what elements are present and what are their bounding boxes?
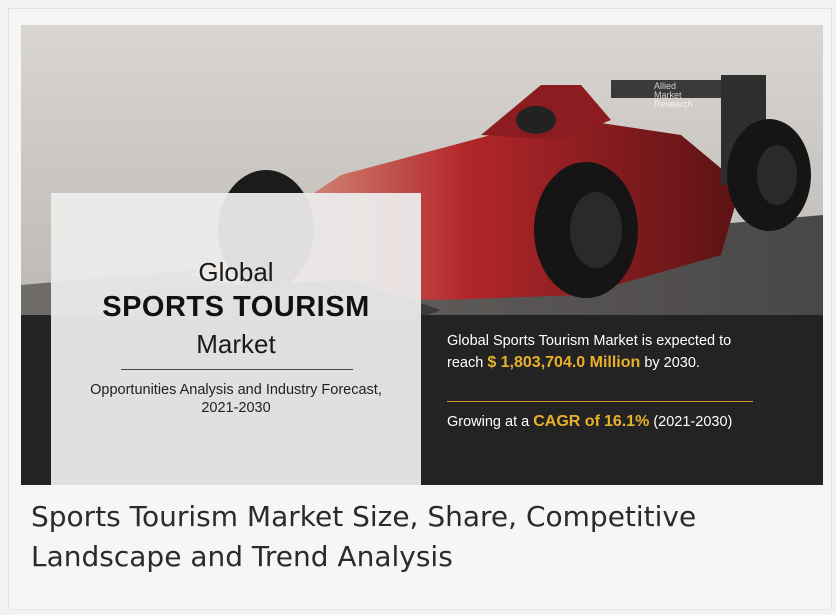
article-card: Allied Market Research Global SPORTS TOU…	[8, 8, 832, 610]
subtitle-line-1: Opportunities Analysis and Industry Fore…	[90, 382, 382, 398]
info-line-2: reach $ 1,803,704.0 Million by 2030.	[447, 354, 700, 372]
heading-title: SPORTS TOURISM	[102, 291, 370, 323]
subtitle-line-2: 2021-2030	[201, 400, 271, 416]
info-year: by 2030.	[644, 355, 700, 371]
title-panel: Global SPORTS TOURISM Market Opportuniti…	[51, 193, 421, 485]
market-value: $ 1,803,704.0 Million	[487, 354, 641, 371]
cagr-value: 16.1%	[603, 413, 650, 430]
cagr-label: CAGR of	[533, 413, 600, 430]
info-divider	[447, 401, 753, 402]
cagr-period: (2021-2030)	[653, 414, 733, 430]
info-reach: reach	[447, 355, 484, 371]
info-line-1: Global Sports Tourism Market is expected…	[447, 333, 732, 349]
article-title[interactable]: Sports Tourism Market Size, Share, Compe…	[31, 497, 821, 577]
brand-logo: Allied Market Research	[654, 82, 693, 109]
cagr-prefix: Growing at a	[447, 414, 530, 430]
heading-global: Global	[198, 257, 274, 287]
divider	[121, 369, 353, 370]
cagr-line: Growing at a CAGR of 16.1% (2021-2030)	[447, 413, 732, 431]
heading-market: Market	[196, 329, 276, 359]
logo-line-research: Research	[654, 99, 693, 109]
banner-image[interactable]: Allied Market Research Global SPORTS TOU…	[21, 25, 823, 485]
